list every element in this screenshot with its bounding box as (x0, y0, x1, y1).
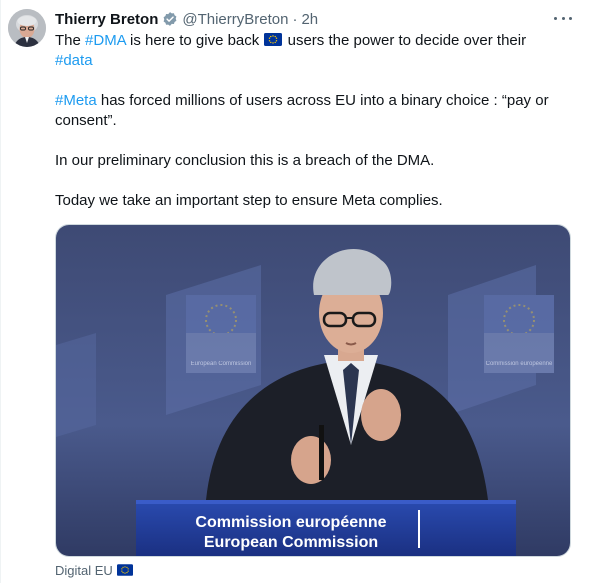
tweet-paragraph: In our preliminary conclusion this is a … (55, 152, 435, 169)
tweet[interactable]: Thierry Breton @ThierryBreton · 2h The #… (0, 0, 591, 583)
text-segment: users the power to decide over their (283, 32, 527, 49)
author-display-name[interactable]: Thierry Breton (55, 11, 158, 28)
tweet-text: The #DMA is here to give back users the … (55, 31, 575, 211)
source-text[interactable]: Digital EU (55, 563, 113, 578)
timestamp[interactable]: 2h (301, 11, 318, 28)
podium-text: Commission européenne (195, 514, 386, 531)
eu-flag-icon (264, 32, 283, 46)
tweet-paragraph: #Meta has forced millions of users acros… (55, 91, 575, 131)
divider (0, 0, 1, 583)
tweet-photo[interactable]: European Commission Commission européenn… (55, 224, 571, 557)
hashtag-data[interactable]: #data (55, 52, 93, 69)
tweet-paragraph: Today we take an important step to ensur… (55, 192, 443, 209)
avatar[interactable] (8, 9, 46, 47)
hashtag-dma[interactable]: #DMA (85, 32, 126, 49)
text-segment: The (55, 32, 86, 49)
text-segment: is here to give back (125, 32, 264, 49)
banner-text: European Commission (191, 361, 252, 367)
text-segment: has forced millions of users across EU i… (55, 92, 549, 129)
verified-badge-icon (162, 11, 178, 27)
source-label[interactable]: Digital EU (55, 562, 134, 578)
banner-text: Commission européenne (486, 361, 553, 367)
hashtag-meta[interactable]: #Meta (55, 92, 97, 109)
podium-text: European Commission (204, 534, 378, 551)
eu-flag-icon (116, 564, 133, 576)
tweet-paragraph: The #DMA is here to give back users the … (55, 31, 575, 71)
author-handle[interactable]: @ThierryBreton (182, 11, 288, 28)
separator-dot: · (292, 10, 298, 28)
more-options-icon[interactable] (552, 10, 574, 26)
tweet-header: Thierry Breton @ThierryBreton · 2h (55, 9, 318, 29)
